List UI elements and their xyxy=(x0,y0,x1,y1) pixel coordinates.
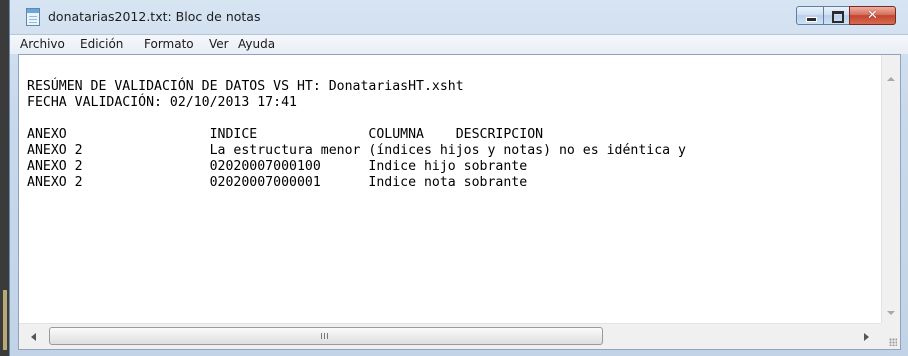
menu-ayuda[interactable]: Ayuda xyxy=(238,37,275,51)
title-bar[interactable]: donatarias2012.txt: Bloc de notas ✕ xyxy=(10,0,908,34)
maximize-icon xyxy=(832,11,844,23)
horizontal-scrollbar[interactable] xyxy=(19,323,881,349)
close-icon: ✕ xyxy=(867,8,878,23)
scroll-up-arrow-icon[interactable] xyxy=(887,77,895,81)
window-title: donatarias2012.txt: Bloc de notas xyxy=(48,9,261,24)
size-grip-icon[interactable] xyxy=(881,323,900,349)
text-area[interactable]: RESÚMEN DE VALIDACIÓN DE DATOS VS HT: Do… xyxy=(19,55,881,323)
menu-ver[interactable]: Ver xyxy=(209,37,229,51)
vertical-scrollbar[interactable] xyxy=(881,55,900,323)
document-line: ANEXO 2 La estructura menor (índices hij… xyxy=(27,143,686,158)
document-line: RESÚMEN DE VALIDACIÓN DE DATOS VS HT: Do… xyxy=(27,79,464,94)
minimize-button[interactable] xyxy=(796,6,824,25)
menu-bar: Archivo Edición Formato Ver Ayuda xyxy=(10,34,908,54)
document-text[interactable]: RESÚMEN DE VALIDACIÓN DE DATOS VS HT: Do… xyxy=(19,55,881,191)
notepad-icon[interactable] xyxy=(26,8,40,26)
text-editor[interactable]: RESÚMEN DE VALIDACIÓN DE DATOS VS HT: Do… xyxy=(18,54,901,350)
document-line: ANEXO 2 02020007000100 Indice hijo sobra… xyxy=(27,159,528,174)
minimize-icon xyxy=(806,17,817,22)
document-line: ANEXO INDICE COLUMNA DESCRIPCION xyxy=(27,127,544,142)
maximize-button[interactable] xyxy=(823,6,850,25)
close-button[interactable]: ✕ xyxy=(849,6,896,25)
menu-edicion[interactable]: Edición xyxy=(80,37,123,51)
menu-formato[interactable]: Formato xyxy=(144,37,194,51)
background-strip xyxy=(0,0,9,356)
scroll-right-arrow-icon[interactable] xyxy=(864,333,869,341)
notepad-window: donatarias2012.txt: Bloc de notas ✕ Arch… xyxy=(9,0,908,356)
scroll-left-arrow-icon[interactable] xyxy=(31,333,36,341)
document-line: FECHA VALIDACIÓN: 02/10/2013 17:41 xyxy=(27,95,297,110)
document-line: ANEXO 2 02020007000001 Indice nota sobra… xyxy=(27,175,528,190)
grip-icon xyxy=(321,333,330,339)
menu-archivo[interactable]: Archivo xyxy=(20,37,65,51)
horizontal-scroll-thumb[interactable] xyxy=(49,327,603,345)
background-highlight xyxy=(3,290,7,350)
scroll-down-arrow-icon[interactable] xyxy=(887,311,895,315)
